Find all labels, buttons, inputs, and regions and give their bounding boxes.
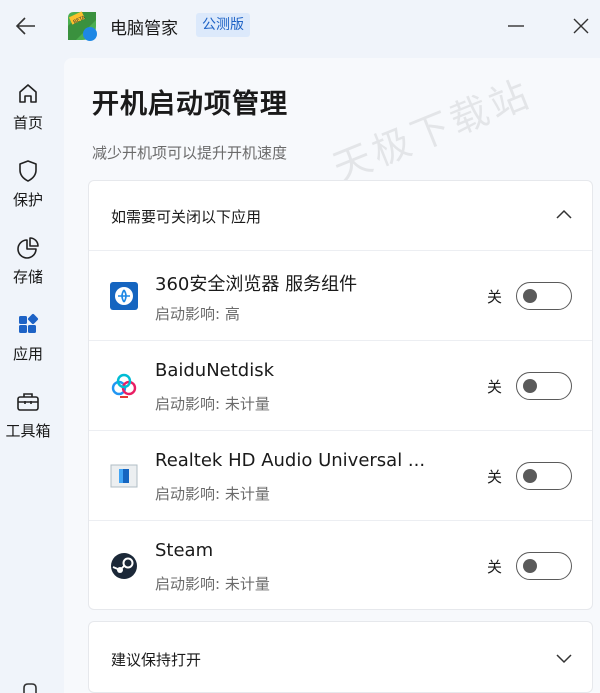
sidebar-item-home[interactable]: 首页	[0, 82, 56, 146]
back-button[interactable]	[12, 12, 40, 40]
toggle-knob	[523, 469, 537, 483]
toggle-state-label: 关	[487, 468, 503, 486]
section-label: 如需要可关闭以下应用	[111, 208, 262, 226]
toggle-state-label: 关	[487, 378, 503, 396]
close-button[interactable]	[567, 12, 595, 40]
toggle-state-label: 关	[487, 558, 503, 576]
keep-open-section-header[interactable]: 建议保持打开	[88, 621, 593, 693]
startup-app-row: 360安全浏览器 服务组件 启动影响: 高 关	[89, 251, 592, 341]
arrow-left-icon	[15, 17, 35, 35]
sidebar-item-toolbox[interactable]: 工具箱	[0, 390, 56, 454]
sidebar-item-label: 保护	[12, 191, 43, 209]
settings-icon[interactable]	[20, 680, 40, 693]
toolbox-icon	[17, 393, 39, 411]
toggle-knob	[523, 289, 537, 303]
sidebar-item-storage[interactable]: 存储	[0, 236, 56, 300]
pie-chart-icon	[17, 237, 39, 259]
startup-impact: 启动影响: 未计量	[155, 395, 270, 413]
chevron-down-icon	[556, 654, 572, 664]
startup-toggle[interactable]	[516, 462, 572, 490]
page-subtitle: 减少开机项可以提升开机速度	[92, 144, 288, 162]
startup-toggle[interactable]	[516, 552, 572, 580]
startup-app-row: BaiduNetdisk 启动影响: 未计量 关	[89, 341, 592, 431]
title-bar: BETA 电脑管家 公测版	[0, 0, 600, 52]
chevron-up-icon	[556, 209, 572, 219]
sidebar-item-protect[interactable]: 保护	[0, 159, 56, 223]
startup-impact: 启动影响: 未计量	[155, 485, 270, 503]
minimize-icon	[508, 25, 524, 27]
sidebar-item-label: 首页	[12, 114, 43, 132]
sidebar-item-label: 工具箱	[5, 422, 51, 440]
toggle-knob	[523, 379, 537, 393]
realtek-audio-icon	[110, 464, 138, 488]
toggle-state-label: 关	[487, 288, 503, 306]
shield-icon	[19, 160, 37, 182]
home-icon	[19, 84, 37, 103]
sidebar-item-label: 应用	[12, 345, 43, 363]
startup-app-row: Steam 启动影响: 未计量 关	[89, 521, 592, 611]
main-panel: 开机启动项管理 天极下载站 减少开机项可以提升开机速度 如需要可关闭以下应用 3…	[64, 58, 600, 693]
app-name: BaiduNetdisk	[155, 360, 275, 381]
close-icon	[573, 18, 589, 34]
startup-toggle[interactable]	[516, 372, 572, 400]
app-name: 360安全浏览器 服务组件	[155, 274, 358, 295]
minimize-button[interactable]	[502, 12, 530, 40]
app-logo-icon: BETA	[68, 11, 97, 41]
baidu-netdisk-icon	[111, 373, 137, 398]
steam-icon	[111, 553, 137, 579]
app-title: 电脑管家	[110, 19, 178, 39]
app-name: Realtek HD Audio Universal ...	[155, 450, 426, 471]
startup-impact: 启动影响: 高	[155, 305, 240, 323]
apps-icon	[19, 313, 39, 333]
startup-impact: 启动影响: 未计量	[155, 575, 270, 593]
app-name: Steam	[155, 540, 214, 561]
sidebar-item-label: 存储	[12, 268, 43, 286]
close-apps-section: 如需要可关闭以下应用 360安全浏览器 服务组件 启动影响: 高 关 Baidu…	[88, 180, 593, 610]
toggle-knob	[523, 559, 537, 573]
browser-360-icon	[110, 282, 138, 310]
sidebar-item-apps[interactable]: 应用	[0, 313, 56, 377]
page-title: 开机启动项管理	[92, 89, 288, 120]
startup-toggle[interactable]	[516, 282, 572, 310]
beta-badge: 公测版	[196, 13, 250, 37]
section-label: 建议保持打开	[111, 651, 202, 669]
close-apps-section-header[interactable]: 如需要可关闭以下应用	[89, 181, 592, 251]
startup-app-row: Realtek HD Audio Universal ... 启动影响: 未计量…	[89, 431, 592, 521]
watermark: 天极下载站	[326, 71, 538, 191]
